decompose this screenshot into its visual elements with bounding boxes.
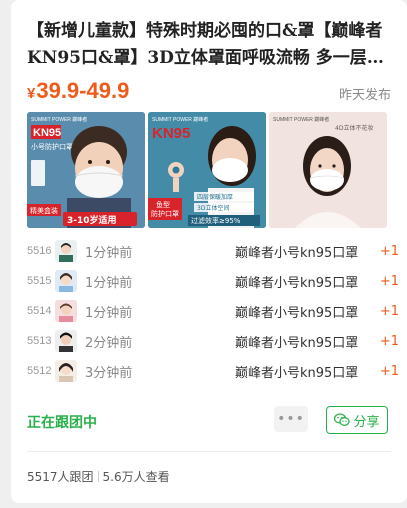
buyer-qty: +1 [379,243,399,259]
image2-brand: SUMMIT POWER 巅峰者 [152,116,208,123]
avatar[interactable] [55,330,77,352]
image2-tag1: 鱼型 [156,200,170,209]
group-status: 正在跟团中 [27,415,97,431]
buyer-time: 1分钟前 [85,275,133,291]
product-image-1[interactable]: SUMMIT POWER 巅峰者 KN95 小号防护口罩 精美盒装 3-10岁适… [27,112,145,228]
posted-time: 昨天发布 [338,88,391,103]
title-line-2: KN95口&罩】3D立体罩面呼吸流畅 多一层防护 [27,48,399,68]
buyer-item: 巅峰者小号kn95口罩 [235,335,359,351]
product-images: SUMMIT POWER 巅峰者 KN95 小号防护口罩 精美盒装 3-10岁适… [27,112,399,228]
buyer-id: 5512 [27,365,52,377]
image1-badge: KN95 [33,127,61,139]
list-item: 5515 1分钟前 巅峰者小号kn95口罩 +1 [27,266,399,296]
share-label: 分享 [353,414,380,430]
image1-tag2: 3-10岁适用 [67,214,117,226]
buyer-time: 1分钟前 [85,245,133,261]
wechat-icon [334,413,351,426]
buyer-item: 巅峰者小号kn95口罩 [235,245,359,261]
price: ¥39.9-49.9 [27,78,129,104]
buyer-id: 5516 [27,245,52,257]
buyer-qty: +1 [379,333,399,349]
more-button[interactable]: ••• [274,406,308,432]
image1-subtitle: 小号防护口罩 [31,142,73,151]
buyer-item: 巅峰者小号kn95口罩 [235,275,359,291]
listing-title[interactable]: 【新增儿童款】特殊时期必囤的口&罩【巅峰者 KN95口&罩】3D立体罩面呼吸流畅… [27,18,399,72]
image2-badge: KN95 [152,125,190,142]
list-item: 5514 1分钟前 巅峰者小号kn95口罩 +1 [27,296,399,326]
image3-caption: 4D立体不花妆 [335,124,373,132]
buyer-qty: +1 [379,273,399,289]
product-image-2[interactable]: SUMMIT POWER 巅峰者 KN95 鱼型 防护口罩 四层保暖加厚 3D立… [148,112,266,228]
title-line-1: 【新增儿童款】特殊时期必囤的口&罩【巅峰者 [27,21,383,41]
buyer-id: 5514 [27,305,52,317]
buyer-time: 2分钟前 [85,335,133,351]
list-item: 5516 1分钟前 巅峰者小号kn95口罩 +1 [27,236,399,266]
divider [27,451,391,452]
buyer-item: 巅峰者小号kn95口罩 [235,305,359,321]
image2-tag2: 防护口罩 [151,209,179,218]
avatar[interactable] [55,240,77,262]
image1-tag1: 精美盒装 [30,206,58,215]
share-button[interactable]: 分享 [326,406,388,434]
more-dots-icon: ••• [277,411,305,427]
group-buy-card[interactable]: 【新增儿童款】特殊时期必囤的口&罩【巅峰者 KN95口&罩】3D立体罩面呼吸流畅… [11,0,407,503]
image2-tag4: 3D立体空间 [197,204,229,212]
buyer-qty: +1 [379,303,399,319]
buyer-list: 5516 1分钟前 巅峰者小号kn95口罩 +1 5515 1分钟前 巅峰者小号… [27,236,399,386]
buyer-item: 巅峰者小号kn95口罩 [235,365,359,381]
stats-footer: 5517人跟团 5.6万人查看 [27,468,170,485]
list-item: 5512 3分钟前 巅峰者小号kn95口罩 +1 [27,356,399,386]
views-count: 5.6万人查看 [102,470,170,484]
buyer-id: 5515 [27,275,52,287]
followers-count: 5517人跟团 [27,470,94,484]
avatar[interactable] [55,360,77,382]
product-image-3[interactable]: SUMMIT POWER 巅峰者 4D立体不花妆 [269,112,387,228]
price-range: 39.9-49.9 [36,78,130,103]
image1-brand: SUMMIT POWER 巅峰者 [31,116,87,123]
buyer-time: 1分钟前 [85,305,133,321]
image3-brand: SUMMIT POWER 巅峰者 [273,116,329,123]
buyer-time: 3分钟前 [85,365,133,381]
price-symbol: ¥ [27,85,36,102]
list-item: 5513 2分钟前 巅峰者小号kn95口罩 +1 [27,326,399,356]
image2-tag3: 四层保暖加厚 [197,193,233,201]
image2-tag5: 过滤效率≥95% [191,216,241,225]
buyer-id: 5513 [27,335,52,347]
avatar[interactable] [55,300,77,322]
buyer-qty: +1 [379,363,399,379]
avatar[interactable] [55,270,77,292]
separator [97,471,99,482]
